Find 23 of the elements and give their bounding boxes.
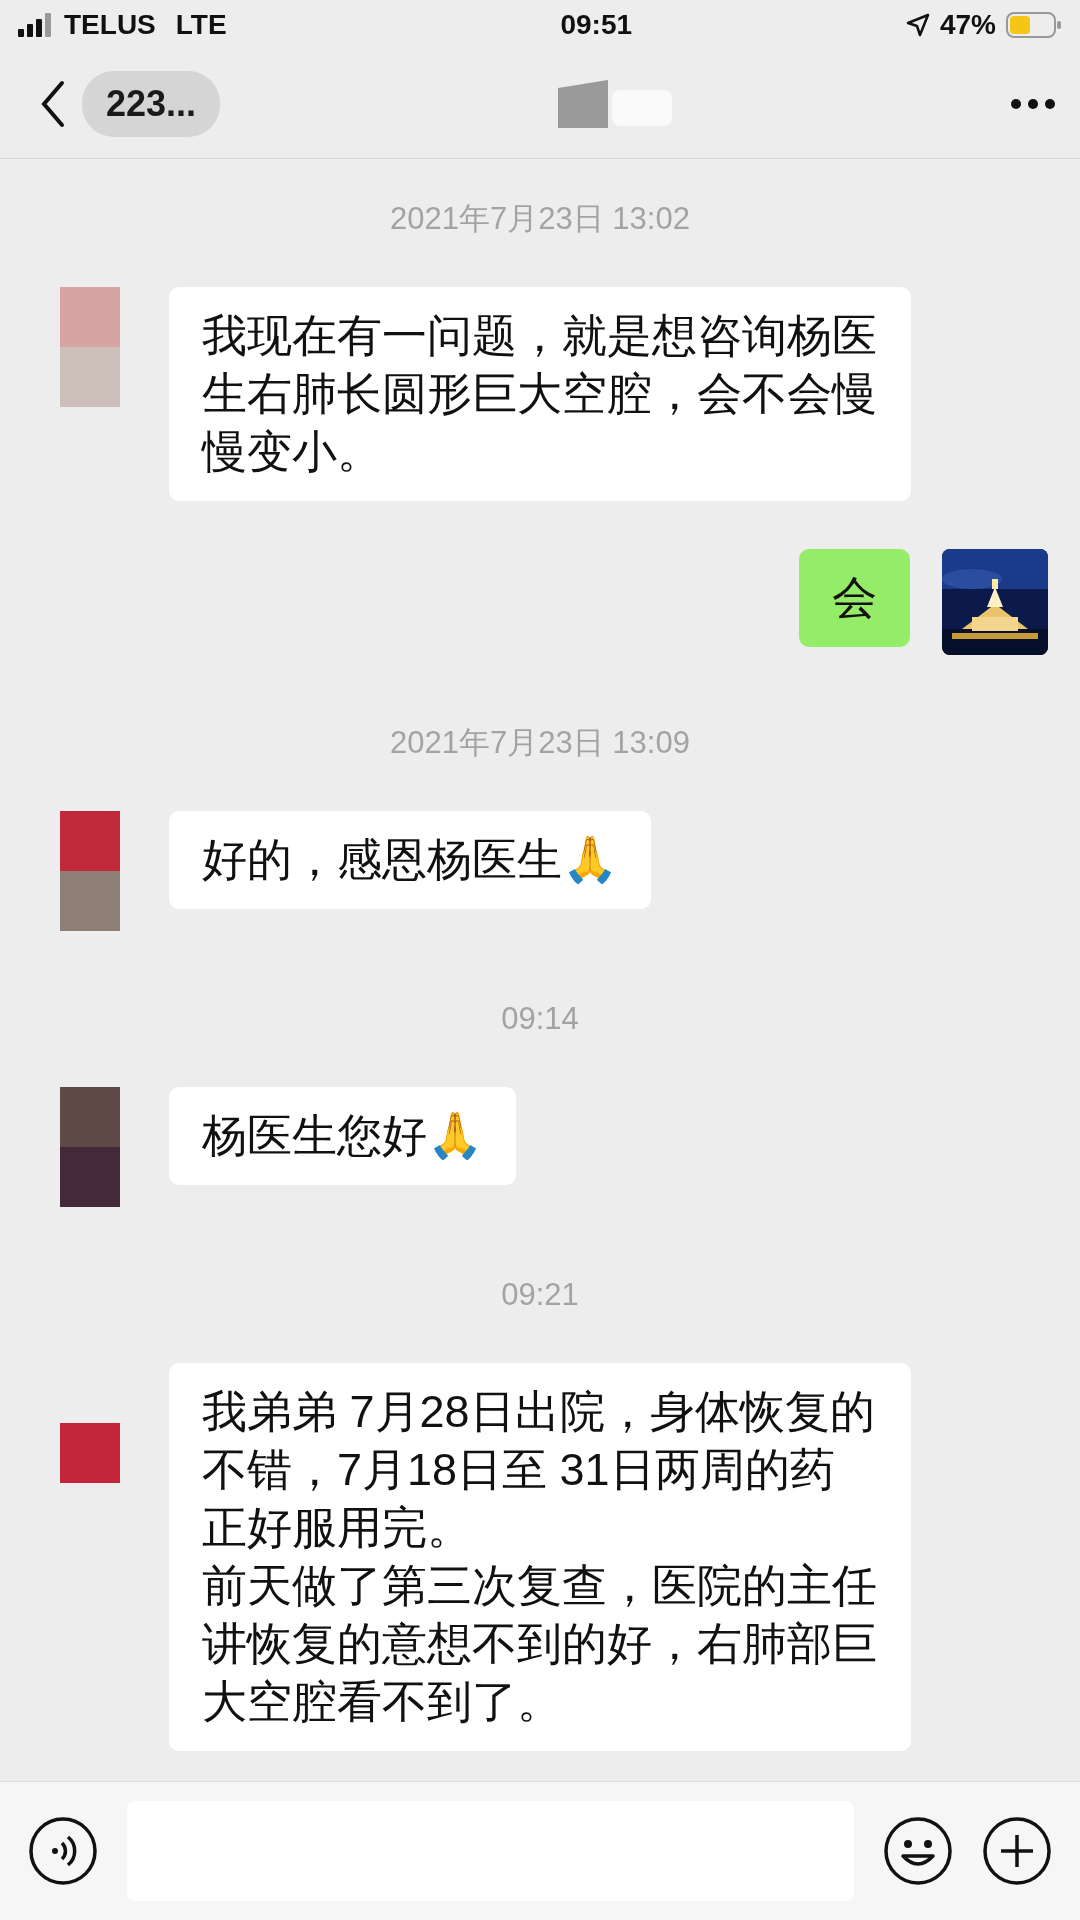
timestamp: 09:21 [501,1275,579,1314]
timestamp: 2021年7月23日 13:02 [390,199,690,238]
plus-icon[interactable] [982,1815,1052,1886]
pixelated-avatar [60,1422,120,1483]
voice-icon[interactable] [28,1815,98,1886]
message-bubble: 杨医生您好🙏 [169,1086,516,1185]
more-icon[interactable] [1010,97,1056,110]
signal-icon [18,12,54,37]
network-type: LTE [175,8,227,41]
unread-count-pill[interactable]: 223... [82,70,221,137]
timestamp: 09:14 [501,999,579,1038]
battery-icon [1006,10,1062,39]
message-bubble: 我现在有一问题，就是想咨询杨医生右肺长圆形巨大空腔，会不会慢慢变小。 [169,286,911,501]
carrier-name: TELUS [64,8,156,41]
message-bubble: 会 [799,548,910,647]
battery-percentage: 47% [939,8,996,41]
message-bubble: 我弟弟 7月28日出院，身体恢复的不错，7月18日至 31日两周的药正好服用完。 前天做了第三次复查，医院的主任讲恢复的意想不到的好，右肺部巨大空腔看不到了。 [169,1362,911,1751]
back-icon[interactable] [40,79,66,128]
clock: 09:51 [560,8,633,41]
location-arrow-icon [905,12,930,37]
emoji-icon[interactable] [883,1815,953,1886]
message-bubble: 好的，感恩杨医生🙏 [169,810,651,909]
timestamp: 2021年7月23日 13:09 [390,723,690,762]
